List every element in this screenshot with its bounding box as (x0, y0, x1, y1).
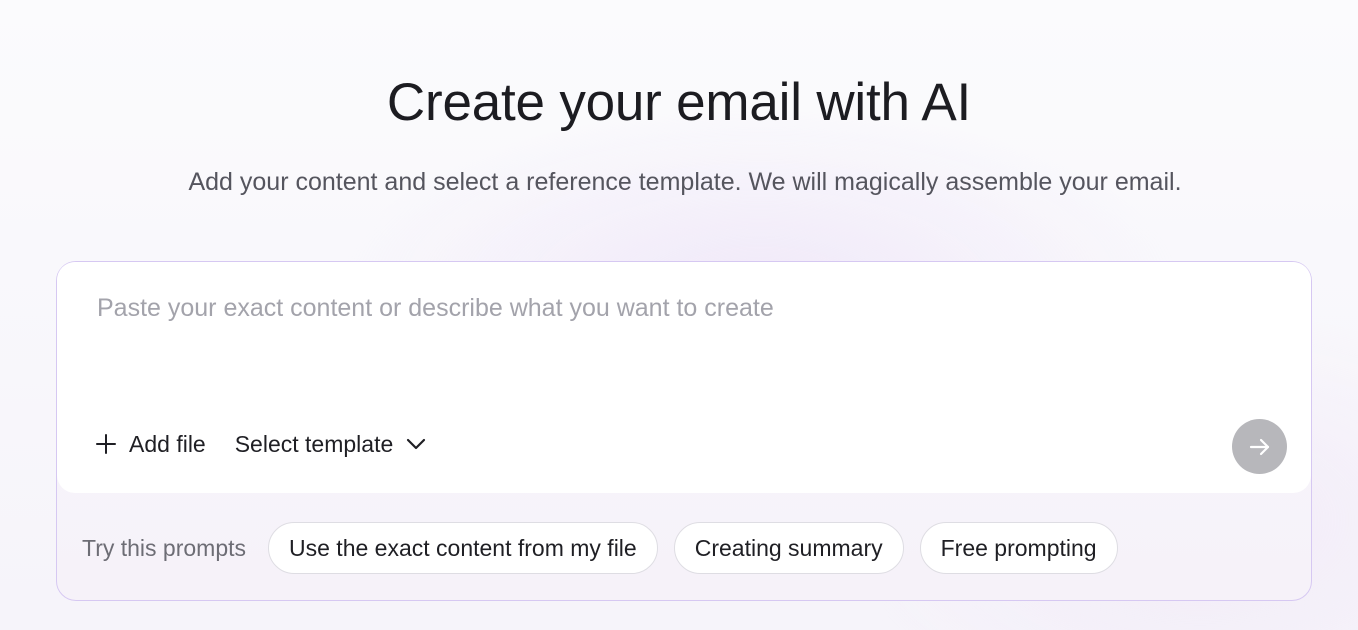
arrow-right-icon (1247, 434, 1273, 460)
prompt-chip-free-prompting[interactable]: Free prompting (919, 522, 1118, 574)
suggested-prompts: Try this prompts Use the exact content f… (82, 521, 1134, 575)
select-template-dropdown[interactable]: Select template (235, 431, 428, 458)
page-title: Create your email with AI (386, 73, 972, 132)
prompt-chip-exact-content[interactable]: Use the exact content from my file (268, 522, 658, 574)
ai-composer-card: Add file Select template Try this pr (56, 261, 1312, 601)
page-subtitle: Add your content and select a reference … (188, 168, 1182, 196)
send-button[interactable] (1232, 419, 1287, 474)
composer-toolbar: Add file Select template (95, 424, 427, 464)
prompt-chip-creating-summary[interactable]: Creating summary (673, 522, 904, 574)
prompts-label: Try this prompts (82, 534, 247, 561)
content-prompt-input[interactable] (97, 290, 1267, 370)
composer-input-area: Add file Select template (57, 262, 1311, 493)
select-template-label: Select template (234, 430, 394, 457)
add-file-button[interactable]: Add file (95, 431, 206, 458)
add-file-label: Add file (129, 430, 206, 457)
chevron-down-icon (405, 437, 427, 451)
plus-icon (95, 433, 117, 455)
